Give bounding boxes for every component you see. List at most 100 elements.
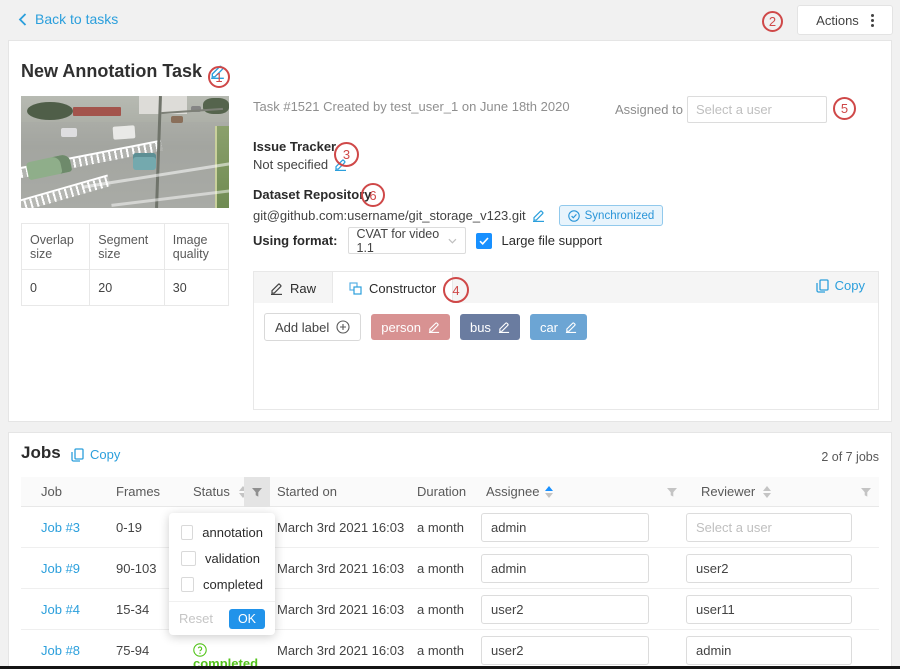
job-link[interactable]: Job #9 bbox=[41, 561, 80, 576]
jobs-title: Jobs bbox=[21, 443, 61, 463]
col-started-on: Started on bbox=[277, 484, 337, 499]
annotation-circle-3: 3 bbox=[334, 142, 359, 167]
format-row: Using format: CVAT for video 1.1 Large f… bbox=[253, 227, 602, 254]
add-label-button[interactable]: Add label bbox=[264, 313, 361, 341]
status-filter-option[interactable]: annotation bbox=[169, 519, 275, 545]
reviewer-input[interactable] bbox=[686, 513, 852, 542]
annotation-circle-4: 4 bbox=[443, 277, 469, 303]
label-chip[interactable]: bus bbox=[460, 314, 520, 340]
label-chip-name: car bbox=[540, 320, 558, 335]
filter-checkbox[interactable] bbox=[181, 577, 194, 592]
table-row: Job #3 0-19 March 3rd 2021 16:03 a month bbox=[21, 507, 879, 548]
status-filter-options: annotation validation completed bbox=[169, 513, 275, 597]
chevron-down-icon bbox=[448, 238, 457, 244]
status-filter-option[interactable]: validation bbox=[169, 545, 275, 571]
job-link[interactable]: Job #3 bbox=[41, 520, 80, 535]
param-value-quality: 30 bbox=[164, 270, 228, 306]
back-to-tasks-link[interactable]: Back to tasks bbox=[18, 11, 118, 27]
job-started-on: March 3rd 2021 16:03 bbox=[277, 602, 404, 617]
table-row: Job #8 75-94 completed March 3rd 2021 16… bbox=[21, 630, 879, 669]
job-duration: a month bbox=[417, 602, 464, 617]
labels-constructor-panel: Add label person bus car bbox=[253, 303, 879, 410]
assignee-input[interactable] bbox=[481, 554, 649, 583]
edit-label-icon[interactable] bbox=[498, 321, 510, 333]
reviewer-input[interactable] bbox=[686, 636, 852, 665]
question-circle-icon[interactable] bbox=[193, 643, 207, 657]
job-duration: a month bbox=[417, 520, 464, 535]
job-frames: 90-103 bbox=[116, 561, 156, 576]
thumb-awning bbox=[73, 107, 121, 116]
task-preview-image bbox=[21, 96, 229, 208]
filter-option-label: completed bbox=[203, 577, 263, 592]
assigned-to-label: Assigned to bbox=[615, 102, 683, 117]
export-format-value: CVAT for video 1.1 bbox=[357, 227, 448, 255]
reviewer-sort-control[interactable] bbox=[763, 486, 771, 498]
thumb-van-teal bbox=[133, 153, 156, 170]
reviewer-input[interactable] bbox=[686, 595, 852, 624]
dataset-repo-row: git@github.com:username/git_storage_v123… bbox=[253, 205, 663, 226]
tab-raw[interactable]: Raw bbox=[254, 272, 333, 304]
job-started-on: March 3rd 2021 16:03 bbox=[277, 520, 404, 535]
job-started-on: March 3rd 2021 16:03 bbox=[277, 643, 404, 658]
reviewer-filter-icon[interactable] bbox=[853, 477, 879, 507]
filter-option-label: validation bbox=[205, 551, 260, 566]
job-link[interactable]: Job #8 bbox=[41, 643, 80, 658]
edit-label-icon[interactable] bbox=[428, 321, 440, 333]
assignee-filter-icon[interactable] bbox=[659, 477, 685, 507]
jobs-copy-label: Copy bbox=[90, 447, 120, 462]
add-label-text: Add label bbox=[275, 320, 329, 335]
tab-constructor-label: Constructor bbox=[369, 281, 436, 296]
job-started-on: March 3rd 2021 16:03 bbox=[277, 561, 404, 576]
annotation-circle-6: 6 bbox=[361, 183, 385, 207]
filter-checkbox[interactable] bbox=[181, 525, 193, 540]
tab-constructor[interactable]: Constructor bbox=[333, 272, 453, 305]
task-meta-text: Task #1521 Created by test_user_1 on Jun… bbox=[253, 99, 570, 114]
task-details-card: New Annotation Task 1 bbox=[8, 40, 892, 422]
check-icon bbox=[479, 237, 489, 245]
param-header-segment: Segment size bbox=[90, 224, 165, 270]
check-circle-icon bbox=[568, 210, 580, 222]
labels-copy-label: Copy bbox=[835, 278, 865, 293]
large-file-support-checkbox[interactable] bbox=[476, 233, 492, 249]
label-chip[interactable]: car bbox=[530, 314, 587, 340]
job-status: completed bbox=[193, 643, 207, 657]
labels-tab-strip: Raw Constructor bbox=[253, 271, 879, 304]
export-format-select[interactable]: CVAT for video 1.1 bbox=[348, 227, 466, 254]
filter-option-label: annotation bbox=[202, 525, 263, 540]
filter-ok-button[interactable]: OK bbox=[229, 609, 265, 629]
thumb-car-brown bbox=[171, 116, 183, 123]
job-frames: 75-94 bbox=[116, 643, 149, 658]
status-filter-icon[interactable] bbox=[244, 477, 270, 507]
annotation-circle-1: 1 bbox=[208, 66, 230, 88]
edit-repo-icon[interactable] bbox=[532, 209, 545, 222]
thumb-tree bbox=[27, 102, 73, 120]
copy-icon bbox=[71, 448, 84, 462]
col-status: Status bbox=[193, 484, 230, 499]
actions-button[interactable]: Actions bbox=[797, 5, 893, 35]
assigned-to-input[interactable] bbox=[687, 96, 827, 123]
filter-reset-button[interactable]: Reset bbox=[179, 611, 213, 626]
label-chip[interactable]: person bbox=[371, 314, 450, 340]
edit-label-icon[interactable] bbox=[565, 321, 577, 333]
dataset-repo-url[interactable]: git@github.com:username/git_storage_v123… bbox=[253, 208, 526, 223]
sync-badge-text: Synchronized bbox=[585, 210, 655, 222]
job-frames: 15-34 bbox=[116, 602, 149, 617]
assignee-input[interactable] bbox=[481, 513, 649, 542]
param-header-quality: Image quality bbox=[164, 224, 228, 270]
filter-checkbox[interactable] bbox=[181, 551, 196, 566]
status-filter-option[interactable]: completed bbox=[169, 571, 275, 597]
assignee-sort-control[interactable] bbox=[545, 486, 553, 498]
tab-raw-label: Raw bbox=[290, 281, 316, 296]
issue-tracker-label: Issue Tracker bbox=[253, 139, 336, 154]
param-value-overlap: 0 bbox=[22, 270, 90, 306]
reviewer-input[interactable] bbox=[686, 554, 852, 583]
label-chip-name: bus bbox=[470, 320, 491, 335]
annotation-circle-2: 2 bbox=[762, 11, 783, 32]
assignee-input[interactable] bbox=[481, 636, 649, 665]
thumb-lane-line bbox=[111, 188, 229, 207]
job-link[interactable]: Job #4 bbox=[41, 602, 80, 617]
assignee-input[interactable] bbox=[481, 595, 649, 624]
thumb-tree bbox=[203, 98, 229, 114]
labels-copy-button[interactable]: Copy bbox=[816, 278, 865, 293]
pencil-icon bbox=[270, 282, 283, 295]
